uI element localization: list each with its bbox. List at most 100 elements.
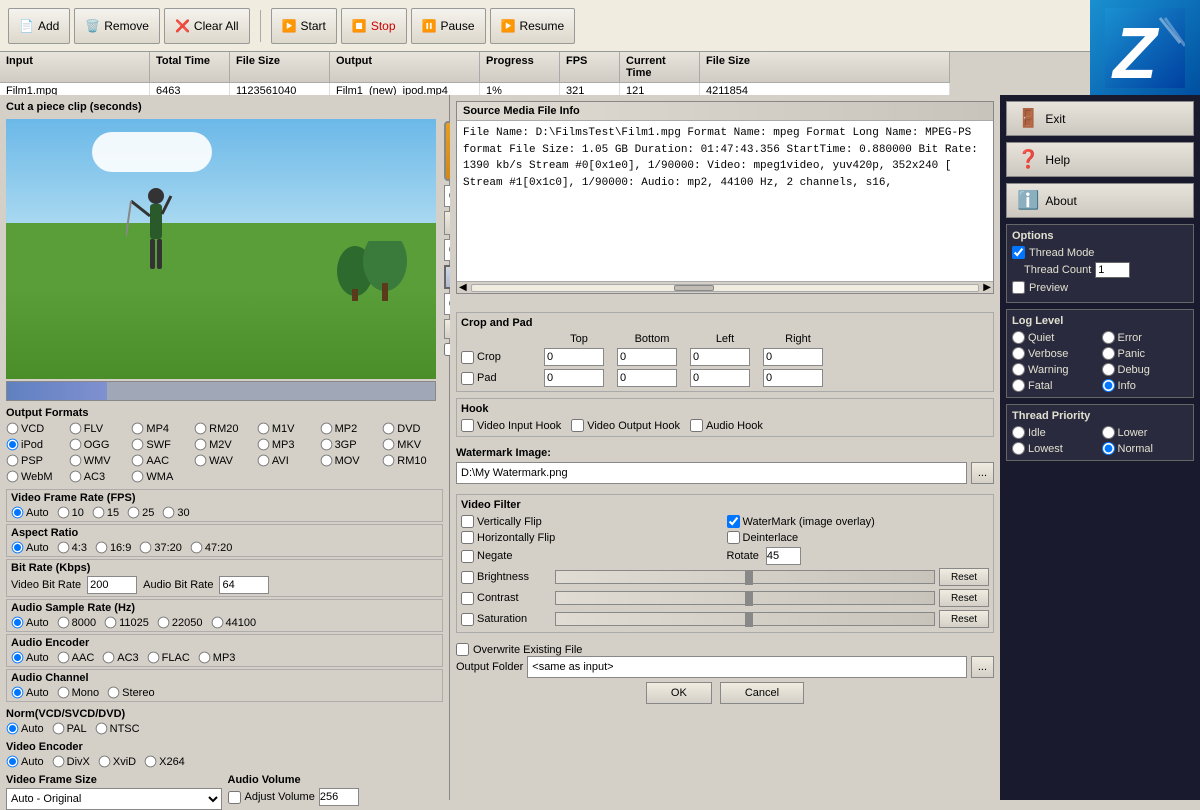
norm-radio-Auto[interactable] [7,723,19,735]
ac-radio-Stereo[interactable] [108,687,120,699]
pad-bottom-input[interactable] [617,369,677,387]
format-item-ogg[interactable]: OGG [69,438,130,451]
priority-radio-lowest[interactable] [1012,442,1025,455]
format-radio-mkv[interactable] [383,439,395,451]
fps-radio-30[interactable] [163,507,175,519]
asr-item-auto[interactable]: Auto [11,616,49,629]
crop-right-input[interactable] [763,348,823,366]
asr-radio-Auto[interactable] [12,617,24,629]
video-output-hook-checkbox[interactable] [571,419,584,432]
fps-radio-25[interactable] [128,507,140,519]
ae-radio-MP3[interactable] [198,652,210,664]
format-item-m2v[interactable]: M2V [194,438,255,451]
ae-radio-AAC[interactable] [57,652,69,664]
thread-count-input[interactable] [1095,262,1130,278]
ae-item-ac3[interactable]: AC3 [102,651,138,664]
ve-item-auto[interactable]: Auto [6,755,44,768]
brightness-slider[interactable] [555,570,935,584]
format-item-dvd[interactable]: DVD [382,422,443,435]
format-radio-rm20[interactable] [195,423,207,435]
format-item-mp3[interactable]: MP3 [257,438,318,451]
ac-radio-Mono[interactable] [57,687,69,699]
fps-item-30[interactable]: 30 [162,506,189,519]
format-radio-ogg[interactable] [69,439,81,451]
ae-radio-FLAC[interactable] [147,652,159,664]
fps-radio-10[interactable] [57,507,69,519]
brightness-checkbox[interactable] [461,571,474,584]
loglevel-radio-debug[interactable] [1102,363,1115,376]
saturation-reset-button[interactable]: Reset [939,610,989,628]
thread-mode-checkbox[interactable] [1012,246,1025,259]
loglevel-radio-error[interactable] [1102,331,1115,344]
ae-radio-AC3[interactable] [103,652,115,664]
format-item-aac[interactable]: AAC [131,454,192,467]
format-radio-flv[interactable] [69,423,81,435]
format-radio-swf[interactable] [132,439,144,451]
saturation-slider[interactable] [555,612,935,626]
exit-button[interactable]: 🚪 Exit [1006,101,1194,136]
asr-radio-11025[interactable] [105,617,117,629]
asr-item-8000[interactable]: 8000 [57,616,96,629]
framesize-select[interactable]: Auto - Original [6,788,222,810]
watermark-overlay-checkbox[interactable] [727,515,740,528]
format-item-vcd[interactable]: VCD [6,422,67,435]
scroll-track[interactable] [471,284,980,292]
ar-item-43[interactable]: 4:3 [57,541,87,554]
add-button[interactable]: 📄 Add [8,8,70,44]
priority-radio-idle[interactable] [1012,426,1025,439]
ar-item-4720[interactable]: 47:20 [190,541,233,554]
priority-item-idle[interactable]: Idle [1012,426,1099,439]
loglevel-radio-fatal[interactable] [1012,379,1025,392]
norm-radio-NTSC[interactable] [95,723,107,735]
loglevel-radio-quiet[interactable] [1012,331,1025,344]
fps-item-auto[interactable]: Auto [11,506,49,519]
negate-checkbox[interactable] [461,550,474,563]
timeline[interactable] [6,381,436,401]
ae-item-auto[interactable]: Auto [11,651,49,664]
log-item-error[interactable]: Error [1102,331,1189,344]
start-button[interactable]: ▶️ Start [271,8,337,44]
brightness-reset-button[interactable]: Reset [939,568,989,586]
crop-left-input[interactable] [690,348,750,366]
format-item-wma[interactable]: WMA [131,470,192,483]
format-radio-m1v[interactable] [257,423,269,435]
preview-checkbox[interactable] [1012,281,1025,294]
ar-item-169[interactable]: 16:9 [95,541,131,554]
ae-item-flac[interactable]: FLAC [147,651,190,664]
contrast-checkbox[interactable] [461,592,474,605]
fps-radio-Auto[interactable] [12,507,24,519]
ar-radio-4:3[interactable] [57,542,69,554]
priority-radio-normal[interactable] [1102,442,1115,455]
priority-radio-lower[interactable] [1102,426,1115,439]
ae-radio-Auto[interactable] [12,652,24,664]
format-radio-ac3[interactable] [69,471,81,483]
format-radio-rm10[interactable] [383,455,395,467]
ar-radio-37:20[interactable] [140,542,152,554]
pad-top-input[interactable] [544,369,604,387]
format-radio-vcd[interactable] [7,423,19,435]
format-radio-mp2[interactable] [320,423,332,435]
ac-radio-Auto[interactable] [12,687,24,699]
pause-button[interactable]: ⏸️ Pause [411,8,486,44]
saturation-checkbox[interactable] [461,613,474,626]
scroll-left-arrow[interactable]: ◀ [457,282,469,293]
format-radio-aac[interactable] [132,455,144,467]
log-item-quiet[interactable]: Quiet [1012,331,1099,344]
rotate-input[interactable] [766,547,801,565]
audio-hook-checkbox[interactable] [690,419,703,432]
format-radio-ipod[interactable] [7,439,19,451]
ar-radio-Auto[interactable] [12,542,24,554]
ac-item-stereo[interactable]: Stereo [107,686,154,699]
format-radio-mov[interactable] [320,455,332,467]
clear-all-button[interactable]: ❌ Clear All [164,8,250,44]
ve-item-x264[interactable]: X264 [144,755,185,768]
ac-item-mono[interactable]: Mono [57,686,100,699]
fps-item-10[interactable]: 10 [57,506,84,519]
resume-button[interactable]: ▶️ Resume [490,8,576,44]
format-item-mp2[interactable]: MP2 [320,422,381,435]
ve-radio-XviD[interactable] [99,756,111,768]
ae-item-aac[interactable]: AAC [57,651,95,664]
format-item-psp[interactable]: PSP [6,454,67,467]
format-item-rm20[interactable]: RM20 [194,422,255,435]
cancel-button[interactable]: Cancel [720,682,804,704]
